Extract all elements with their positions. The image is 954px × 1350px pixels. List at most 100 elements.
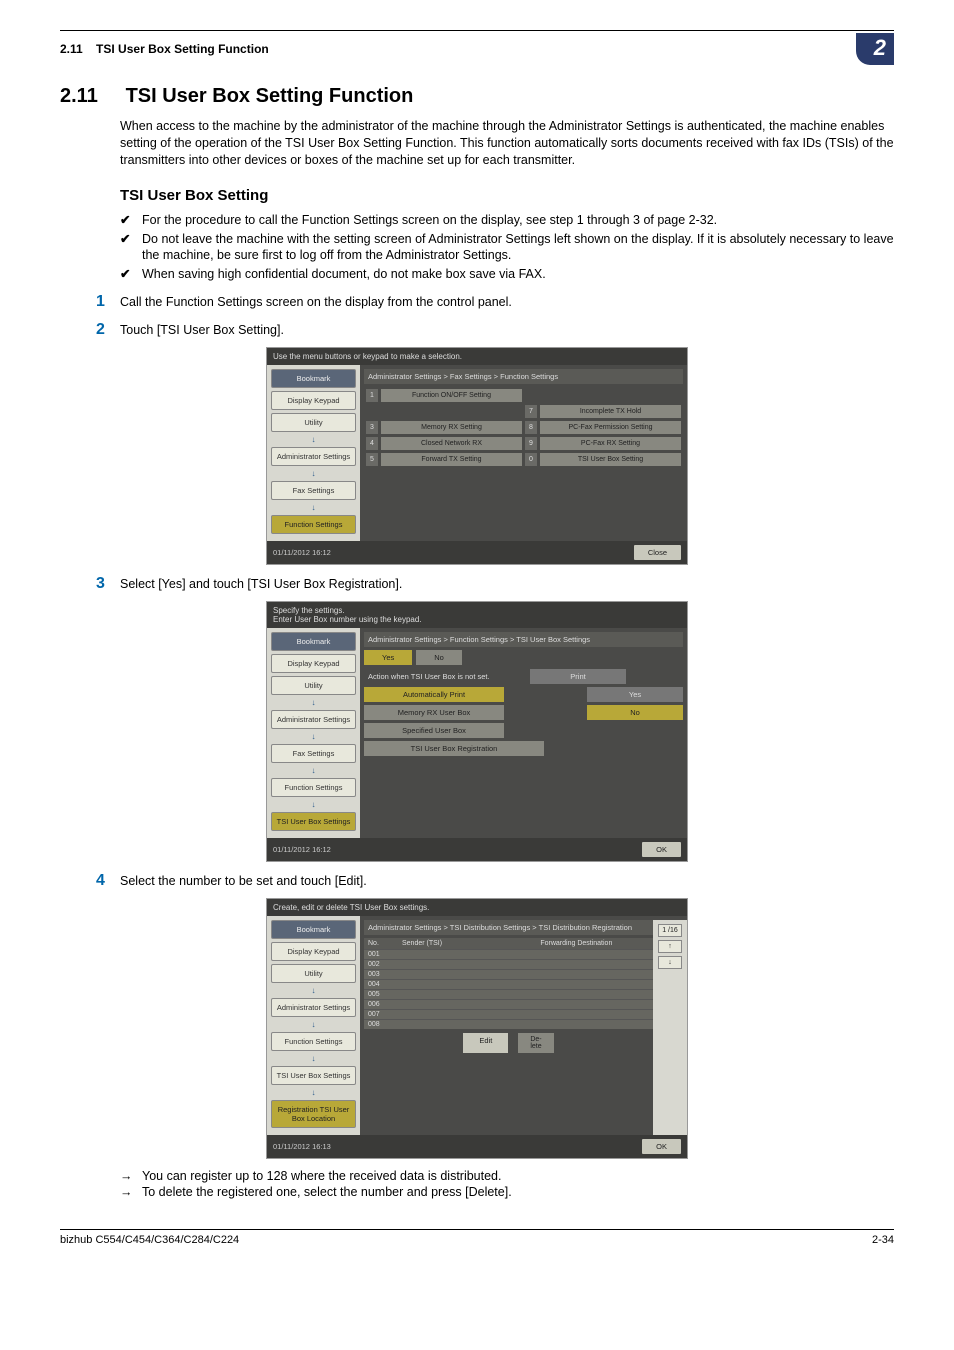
- bookmark-button[interactable]: Bookmark: [271, 632, 356, 651]
- footer-page: 2-34: [872, 1234, 894, 1246]
- section-title: 2.11 TSI User Box Setting Function: [60, 85, 894, 108]
- action-value: Print: [530, 669, 626, 684]
- table-row[interactable]: 007: [364, 1009, 653, 1019]
- function-settings-button[interactable]: Function Settings: [271, 1032, 356, 1051]
- specified-userbox-button[interactable]: Specified User Box: [364, 723, 504, 738]
- section-number: 2.11: [60, 85, 120, 108]
- admin-settings-button[interactable]: Administrator Settings: [271, 998, 356, 1017]
- yes-tab[interactable]: Yes: [364, 650, 412, 665]
- arrow-down-icon: ↓: [271, 732, 356, 741]
- bookmark-button[interactable]: Bookmark: [271, 369, 356, 388]
- page-up-button[interactable]: ↑: [658, 940, 682, 953]
- admin-settings-button[interactable]: Administrator Settings: [271, 447, 356, 466]
- incomplete-tx-button[interactable]: Incomplete TX Hold: [540, 405, 681, 418]
- function-settings-button[interactable]: Function Settings: [271, 778, 356, 797]
- key-5[interactable]: 5: [366, 453, 378, 466]
- utility-button[interactable]: Utility: [271, 964, 356, 983]
- registration-tsi-button[interactable]: Registration TSI User Box Location: [271, 1100, 356, 1128]
- step-number: 4: [96, 872, 120, 890]
- arrow-down-icon: ↓: [271, 986, 356, 995]
- table-row[interactable]: 008: [364, 1019, 653, 1029]
- ok-button[interactable]: OK: [642, 1139, 681, 1154]
- section-heading-text: TSI User Box Setting Function: [126, 85, 414, 107]
- check-text: Do not leave the machine with the settin…: [142, 231, 894, 265]
- ss-sidebar: Bookmark Display Keypad Utility ↓ Admini…: [267, 916, 360, 1135]
- breadcrumb: Administrator Settings > Function Settin…: [364, 632, 683, 647]
- display-keypad-button[interactable]: Display Keypad: [271, 654, 356, 673]
- col-no: No.: [364, 938, 398, 949]
- auto-print-button[interactable]: Automatically Print: [364, 687, 504, 702]
- auto-print-value: Yes: [587, 687, 683, 702]
- table-row[interactable]: 004: [364, 979, 653, 989]
- arrow-down-icon: ↓: [271, 766, 356, 775]
- key-0[interactable]: 0: [525, 453, 537, 466]
- bookmark-button[interactable]: Bookmark: [271, 920, 356, 939]
- screenshot-tsi-registration: Create, edit or delete TSI User Box sett…: [266, 898, 688, 1159]
- table-row[interactable]: 005: [364, 989, 653, 999]
- step-2: 2 Touch [TSI User Box Setting].: [96, 321, 894, 339]
- display-keypad-button[interactable]: Display Keypad: [271, 391, 356, 410]
- arrow-right-icon: →: [120, 1169, 142, 1183]
- pager: 1 /16 ↑ ↓: [653, 920, 687, 1135]
- screenshot-function-settings: Use the menu buttons or keypad to make a…: [266, 347, 688, 565]
- page-indicator: 1 /16: [658, 924, 682, 937]
- forward-tx-button[interactable]: Forward TX Setting: [381, 453, 522, 466]
- tsi-userbox-button[interactable]: TSI User Box Setting: [540, 453, 681, 466]
- arrow-down-icon: ↓: [271, 469, 356, 478]
- memory-rx-userbox-button[interactable]: Memory RX User Box: [364, 705, 504, 720]
- key-4[interactable]: 4: [366, 437, 378, 450]
- ss-instruction: Create, edit or delete TSI User Box sett…: [267, 899, 687, 916]
- tsi-registration-button[interactable]: TSI User Box Registration: [364, 741, 544, 756]
- datetime-label: 01/11/2012 16:12: [273, 548, 331, 557]
- memory-rx-button[interactable]: Memory RX Setting: [381, 421, 522, 434]
- utility-button[interactable]: Utility: [271, 676, 356, 695]
- key-7[interactable]: 7: [525, 405, 537, 418]
- table-row[interactable]: 003: [364, 969, 653, 979]
- intro-paragraph: When access to the machine by the admini…: [120, 118, 894, 169]
- check-text: When saving high confidential document, …: [142, 266, 546, 283]
- header-section-ref: 2.11: [60, 42, 83, 56]
- page-down-button[interactable]: ↓: [658, 956, 682, 969]
- footer-model: bizhub C554/C454/C364/C284/C224: [60, 1234, 239, 1246]
- tsi-userbox-settings-button[interactable]: TSI User Box Settings: [271, 1066, 356, 1085]
- datetime-label: 01/11/2012 16:13: [273, 1142, 331, 1151]
- function-settings-button[interactable]: Function Settings: [271, 515, 356, 534]
- step-text: Touch [TSI User Box Setting].: [120, 321, 284, 339]
- key-3[interactable]: 3: [366, 421, 378, 434]
- key-1[interactable]: 1: [366, 389, 378, 402]
- edit-button[interactable]: Edit: [463, 1033, 508, 1053]
- ok-button[interactable]: OK: [642, 842, 681, 857]
- key-8[interactable]: 8: [525, 421, 537, 434]
- pcfax-rx-button[interactable]: PC-Fax RX Setting: [540, 437, 681, 450]
- note-text: You can register up to 128 where the rec…: [142, 1169, 502, 1183]
- no-tab[interactable]: No: [416, 650, 462, 665]
- key-9[interactable]: 9: [525, 437, 537, 450]
- table-row[interactable]: 002: [364, 959, 653, 969]
- check-icon: ✔: [120, 212, 142, 229]
- check-icon: ✔: [120, 231, 142, 265]
- delete-button[interactable]: De- lete: [518, 1033, 553, 1053]
- arrow-down-icon: ↓: [271, 1054, 356, 1063]
- step-number: 2: [96, 321, 120, 339]
- step-number: 3: [96, 575, 120, 593]
- step-text: Select the number to be set and touch [E…: [120, 872, 367, 890]
- arrow-down-icon: ↓: [271, 1088, 356, 1097]
- closed-network-button[interactable]: Closed Network RX: [381, 437, 522, 450]
- action-label: Action when TSI User Box is not set.: [364, 669, 522, 684]
- tsi-userbox-settings-button[interactable]: TSI User Box Settings: [271, 812, 356, 831]
- arrow-down-icon: ↓: [271, 800, 356, 809]
- datetime-label: 01/11/2012 16:12: [273, 845, 331, 854]
- close-button[interactable]: Close: [634, 545, 681, 560]
- pcfax-permission-button[interactable]: PC-Fax Permission Setting: [540, 421, 681, 434]
- utility-button[interactable]: Utility: [271, 413, 356, 432]
- fax-settings-button[interactable]: Fax Settings: [271, 481, 356, 500]
- table-row[interactable]: 006: [364, 999, 653, 1009]
- step-number: 1: [96, 293, 120, 311]
- function-onoff-button[interactable]: Function ON/OFF Setting: [381, 389, 522, 402]
- table-row[interactable]: 001: [364, 949, 653, 959]
- admin-settings-button[interactable]: Administrator Settings: [271, 710, 356, 729]
- step-3: 3 Select [Yes] and touch [TSI User Box R…: [96, 575, 894, 593]
- display-keypad-button[interactable]: Display Keypad: [271, 942, 356, 961]
- ss-sidebar: Bookmark Display Keypad Utility ↓ Admini…: [267, 628, 360, 838]
- fax-settings-button[interactable]: Fax Settings: [271, 744, 356, 763]
